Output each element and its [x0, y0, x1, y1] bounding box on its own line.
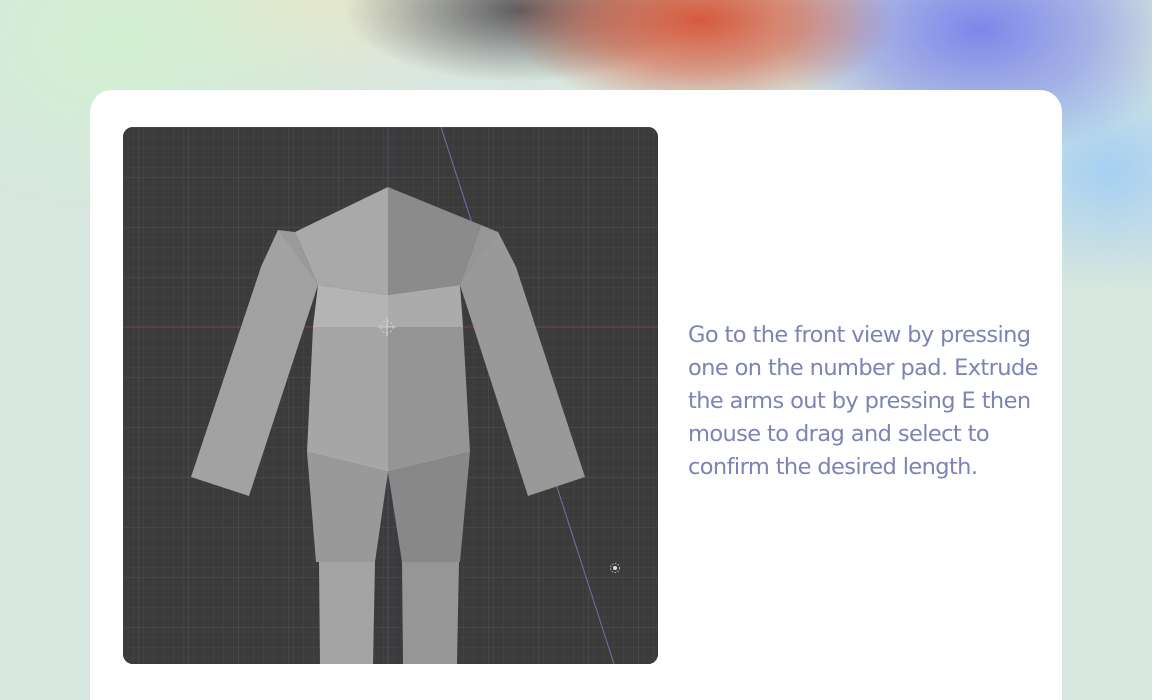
- step-instruction-text: Go to the front view by pressing one on …: [688, 322, 1038, 480]
- blender-3d-viewport[interactable]: [123, 127, 658, 664]
- left-shin-face: [402, 562, 459, 664]
- left-torso-face: [388, 327, 470, 472]
- right-torso-face: [307, 327, 388, 472]
- tutorial-card: Go to the front view by pressing one on …: [90, 90, 1062, 700]
- right-shin-face: [319, 562, 375, 664]
